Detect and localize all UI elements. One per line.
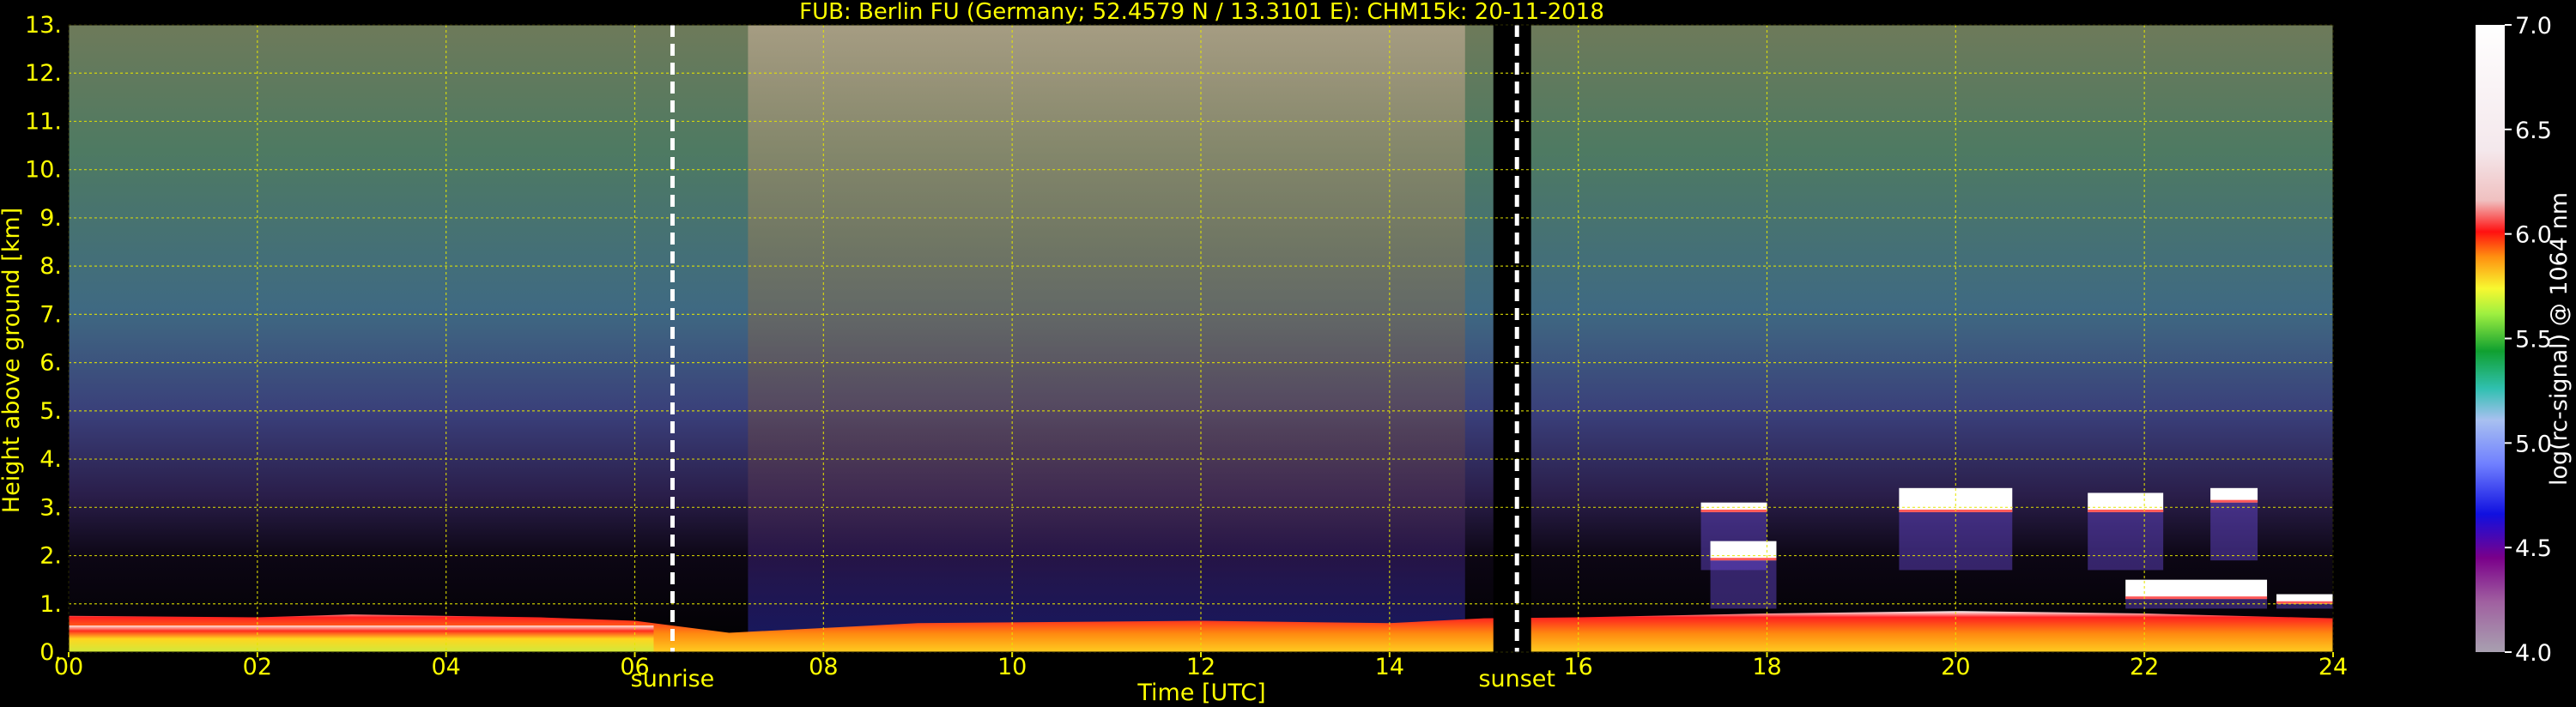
y-axis-label: Height above ground [km] — [0, 208, 25, 513]
y-tick-label: 3. — [39, 494, 62, 521]
cloud-base-5 — [2125, 596, 2268, 600]
y-tick-labels: 0. 1. 2. 3. 4. 5. 6. 7. 8. 9. 10. 11. 12. 13. — [25, 12, 62, 666]
y-tick-label: 8. — [39, 253, 62, 280]
colorbar-tick-label: 4.0 — [2515, 640, 2552, 667]
y-tick-label: 6. — [39, 350, 62, 377]
x-tick-labels: 00 02 04 06 08 10 12 14 16 18 20 22 24 — [54, 652, 2348, 680]
colorbar-tick-label: 7.0 — [2515, 13, 2552, 39]
cloud-base-4 — [2210, 499, 2258, 503]
x-tick-label: 12 — [1186, 654, 1215, 680]
y-tick-label: 7. — [39, 301, 62, 328]
y-tick-label: 0. — [39, 639, 62, 666]
x-tick-label: 16 — [1563, 654, 1592, 680]
y-tick-label: 13. — [25, 12, 62, 39]
y-tick-label: 5. — [39, 398, 62, 425]
colorbar-tick-label: 4.5 — [2515, 535, 2552, 562]
x-tick-label: 08 — [809, 654, 838, 680]
x-tick-label: 10 — [997, 654, 1027, 680]
y-tick-label: 11. — [25, 108, 62, 135]
y-tick-label: 12. — [25, 60, 62, 87]
x-tick-label: 02 — [243, 654, 272, 680]
cloud-base-1 — [1710, 558, 1777, 561]
x-tick-label: 24 — [2318, 654, 2348, 680]
y-tick-label: 4. — [39, 446, 62, 473]
x-tick-label: 22 — [2130, 654, 2159, 680]
x-tick-label: 20 — [1941, 654, 1970, 680]
colorbar-label: log(rc-signal) @ 1064 nm — [2546, 192, 2573, 486]
x-axis-label: Time [UTC] — [1136, 680, 1265, 706]
daytime-noise-region — [748, 25, 1465, 652]
colorbar-tick-labels: 4.04.55.05.56.06.57.0 — [2505, 13, 2552, 667]
x-tick-label: 18 — [1752, 654, 1781, 680]
y-tick-label: 2. — [39, 543, 62, 570]
x-tick-label: 14 — [1375, 654, 1404, 680]
cloud-layer-5 — [2125, 579, 2268, 600]
ceilometer-chart: FUB: Berlin FU (Germany; 52.4579 N / 13.… — [0, 0, 2573, 706]
cloud-streaks-3 — [2088, 511, 2164, 571]
cloud-layer-3 — [2088, 492, 2164, 512]
sunset-label: sunset — [1478, 666, 1555, 692]
cloud-streaks-6 — [2276, 603, 2333, 609]
y-tick-label: 9. — [39, 205, 62, 232]
y-tick-label: 1. — [39, 591, 62, 618]
cloud-base-0 — [1700, 509, 1767, 512]
cloud-base-3 — [2088, 509, 2164, 512]
boundary-layer-morning — [69, 625, 654, 652]
x-tick-label: 04 — [431, 654, 460, 680]
x-tick-label: 06 — [620, 654, 649, 680]
colorbar — [2476, 25, 2505, 652]
plot-area — [68, 24, 2334, 653]
cloud-streaks-4 — [2210, 502, 2258, 561]
y-tick-label: 10. — [25, 157, 62, 184]
colorbar-tick-label: 6.5 — [2515, 118, 2552, 144]
data-gap-0 — [1493, 25, 1531, 652]
chart-title: FUB: Berlin FU (Germany; 52.4579 N / 13.… — [799, 0, 1604, 25]
